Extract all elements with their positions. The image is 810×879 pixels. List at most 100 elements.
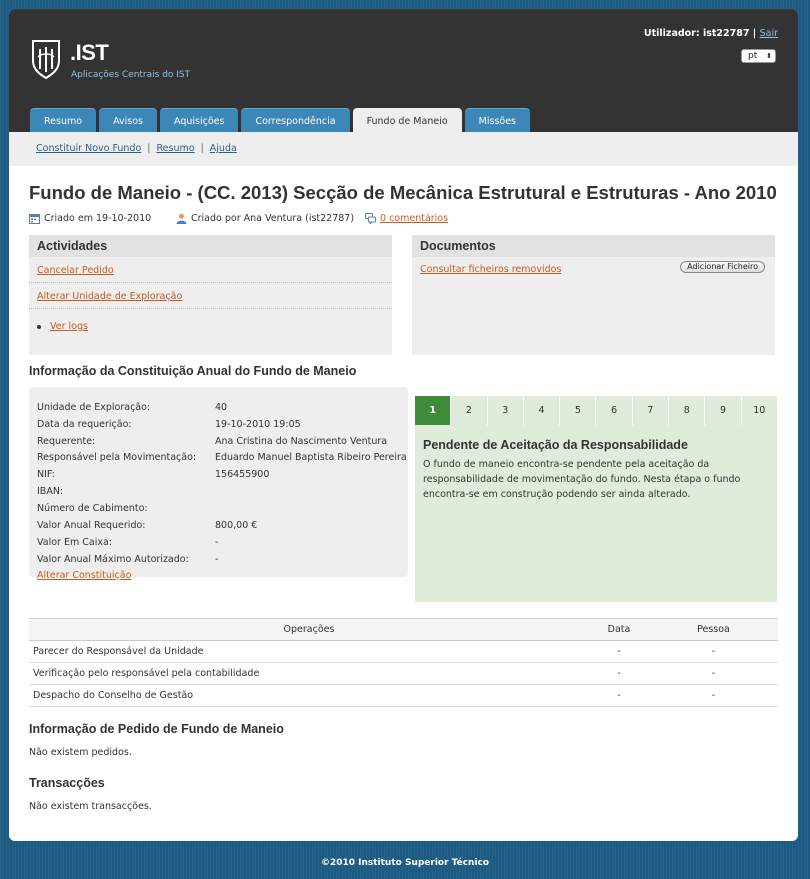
info-row: Data da requerição: 19-10-2010 19:05 xyxy=(37,419,301,433)
ist-logo-icon xyxy=(32,40,60,79)
user-icon xyxy=(176,213,187,224)
tab-resumo[interactable]: Resumo xyxy=(30,108,97,132)
info-value: 40 xyxy=(215,402,228,413)
created-by: Criado por Ana Ventura (ist22787) xyxy=(176,213,354,224)
created-date-text: Criado em 19-10-2010 xyxy=(44,213,152,224)
user-info: Utilizador: ist22787 | Sair xyxy=(644,28,778,39)
info-label: Valor Anual Requerido: xyxy=(37,520,146,531)
comments: 0 comentários xyxy=(365,213,448,224)
info-label: IBAN: xyxy=(37,486,64,497)
workflow-panel: 1 2 3 4 5 6 7 8 9 10 Pendente de Aceitaç… xyxy=(415,396,777,602)
workflow-step-9[interactable]: 9 xyxy=(705,396,742,425)
header: .IST Aplicações Centrais do IST Utilizad… xyxy=(9,9,798,132)
column-header-date: Data xyxy=(589,618,649,641)
add-file-button[interactable]: Adicionar Ficheiro xyxy=(680,261,765,273)
subnav-separator: | xyxy=(147,143,151,154)
user-separator: | xyxy=(752,28,757,39)
info-row: IBAN: xyxy=(37,486,63,500)
created-date: Criado em 19-10-2010 xyxy=(29,213,151,224)
username-label: Utilizador: ist22787 xyxy=(643,28,750,39)
info-label: Valor Anual Máximo Autorizado: xyxy=(37,554,189,565)
table-header-row: Operações Data Pessoa xyxy=(29,618,778,641)
subnav-ajuda[interactable]: Ajuda xyxy=(210,143,237,154)
workflow-state-description: O fundo de maneio encontra-se pendente p… xyxy=(423,459,741,500)
tab-fundo-de-maneio[interactable]: Fundo de Maneio xyxy=(352,108,462,132)
info-row: NIF: 156455900 xyxy=(37,469,269,483)
main-tabs: Resumo Avisos Aquisições Correspondência… xyxy=(30,108,530,132)
info-row: Valor Em Caixa: - xyxy=(37,537,218,551)
comments-icon xyxy=(365,213,376,224)
workflow-step-7[interactable]: 7 xyxy=(632,396,670,425)
table-row: Despacho do Conselho de Gestão - - xyxy=(29,684,778,707)
operation-person: - xyxy=(649,662,778,685)
info-label: Responsável pela Movimentação: xyxy=(37,452,197,463)
removed-files-link[interactable]: Consultar ficheiros removidos xyxy=(420,264,561,275)
info-value: Ana Cristina do Nascimento Ventura xyxy=(215,436,388,447)
workflow-step-3[interactable]: 3 xyxy=(487,396,524,425)
transactions-empty-text: Não existem transacções. xyxy=(29,801,152,812)
info-value: Eduardo Manuel Baptista Ribeiro Pereira xyxy=(215,452,407,463)
page-title: Fundo de Maneio - (CC. 2013) Secção de M… xyxy=(29,182,777,203)
workflow-step-5[interactable]: 5 xyxy=(560,396,597,425)
tab-avisos[interactable]: Avisos xyxy=(99,108,157,132)
info-value: - xyxy=(215,554,219,565)
documents-title: Documentos xyxy=(412,235,775,257)
subnav-constituir-novo-fundo[interactable]: Constituir Novo Fundo xyxy=(36,143,141,154)
select-arrows-icon: ⬍ xyxy=(766,52,772,60)
change-unit-link[interactable]: Alterar Unidade de Exploração xyxy=(29,283,392,309)
alter-constitution-link[interactable]: Alterar Constituição xyxy=(37,570,131,581)
subnav-separator: | xyxy=(200,143,204,154)
requests-empty-text: Não existem pedidos. xyxy=(29,747,132,758)
view-logs-link[interactable]: Ver logs xyxy=(50,321,88,332)
operation-name: Parecer do Responsável da Unidade xyxy=(29,640,589,663)
workflow-steps: 1 2 3 4 5 6 7 8 9 10 xyxy=(415,396,777,425)
info-row: Valor Anual Requerido: 800,00 € xyxy=(37,520,257,534)
workflow-step-10[interactable]: 10 xyxy=(741,396,777,425)
operation-person: - xyxy=(649,640,778,663)
logout-link[interactable]: Sair xyxy=(760,28,778,39)
cancel-request-link[interactable]: Cancelar Pedido xyxy=(29,257,392,283)
info-value: - xyxy=(215,537,219,548)
info-row: Valor Anual Máximo Autorizado: - xyxy=(37,554,218,568)
info-value: 19-10-2010 19:05 xyxy=(215,419,301,430)
table-row: Verificação pelo responsável pela contab… xyxy=(29,662,778,685)
column-header-person: Pessoa xyxy=(649,618,778,641)
tab-correspondencia[interactable]: Correspondência xyxy=(241,108,350,132)
operation-date: - xyxy=(589,640,649,663)
subnav-resumo[interactable]: Resumo xyxy=(157,143,195,154)
tab-aquisicoes[interactable]: Aquisições xyxy=(159,108,239,132)
operation-person: - xyxy=(649,684,778,707)
info-label: Valor Em Caixa: xyxy=(37,537,112,548)
info-row: Número de Cabimento: xyxy=(37,503,148,517)
calendar-icon xyxy=(29,214,40,224)
transactions-section-title: Transacções xyxy=(29,776,105,790)
info-value: 800,00 € xyxy=(215,520,258,531)
tab-missoes[interactable]: Missões xyxy=(464,108,530,132)
footer: ©2010 Instituto Superior Técnico xyxy=(320,858,490,868)
workflow-step-2[interactable]: 2 xyxy=(451,396,488,425)
workflow-step-1[interactable]: 1 xyxy=(415,396,452,425)
constitution-info: Unidade de Exploração: 40 Data da requeri… xyxy=(29,387,408,581)
workflow-step-6[interactable]: 6 xyxy=(596,396,633,425)
app-name: .IST xyxy=(70,40,109,65)
info-label: Unidade de Exploração: xyxy=(37,402,151,413)
info-label: Data da requerição: xyxy=(37,419,132,430)
operation-name: Despacho do Conselho de Gestão xyxy=(29,684,589,707)
language-select[interactable]: pt ⬍ xyxy=(741,49,776,63)
info-label: Número de Cabimento: xyxy=(37,503,148,514)
table-row: Parecer do Responsável da Unidade - - xyxy=(29,640,778,663)
app-subtitle: Aplicações Centrais do IST xyxy=(71,70,191,80)
workflow-state-title: Pendente de Aceitação da Responsabilidad… xyxy=(423,438,688,452)
info-label: NIF: xyxy=(37,469,55,480)
operation-date: - xyxy=(589,684,649,707)
comments-link[interactable]: 0 comentários xyxy=(380,213,448,224)
info-row: Unidade de Exploração: 40 xyxy=(37,402,227,416)
workflow-step-8[interactable]: 8 xyxy=(669,396,706,425)
operation-name: Verificação pelo responsável pela contab… xyxy=(29,662,589,685)
info-row: Responsável pela Movimentação: Eduardo Ma… xyxy=(37,452,407,466)
bullet-icon xyxy=(37,324,41,329)
documents-panel: Documentos Consultar ficheiros removidos… xyxy=(412,235,775,355)
info-label: Requerente: xyxy=(37,436,96,447)
activities-title: Actividades xyxy=(29,235,392,257)
workflow-step-4[interactable]: 4 xyxy=(523,396,561,425)
